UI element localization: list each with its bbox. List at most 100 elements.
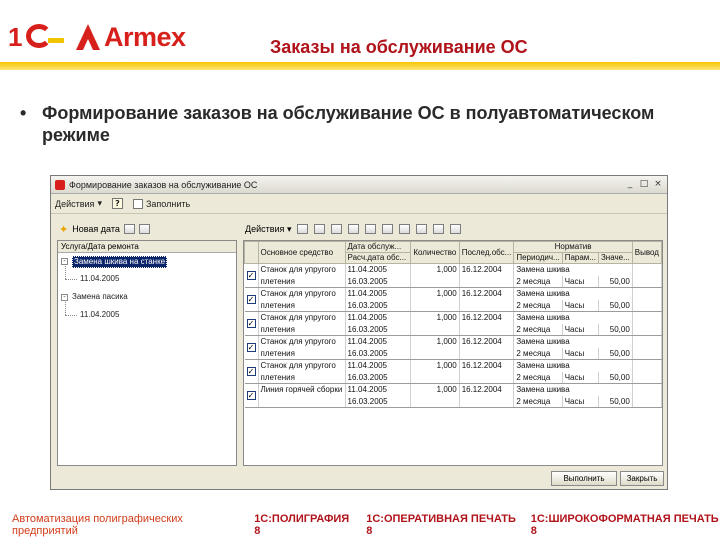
sort-asc-icon[interactable] bbox=[399, 224, 411, 234]
table-row[interactable]: ✓ Станок для упругого 11.04.2005 1,000 16.12… bbox=[244, 311, 662, 336]
cell-empty bbox=[410, 299, 460, 312]
filter-icon[interactable] bbox=[450, 224, 462, 234]
row-checkbox[interactable]: ✓ bbox=[246, 367, 256, 376]
move-up-icon[interactable] bbox=[365, 224, 377, 234]
minimize-icon[interactable]: _ bbox=[624, 179, 636, 191]
col-check[interactable] bbox=[244, 241, 259, 264]
col-param[interactable]: Парам... bbox=[561, 252, 599, 264]
cell-period: 2 месяца bbox=[513, 299, 563, 312]
table-row[interactable]: ✓ Станок для упругого 11.04.2005 1,000 16.12… bbox=[244, 359, 662, 384]
tree-node-service-1[interactable]: Замена шкива на станке bbox=[72, 256, 168, 268]
cell-service-date: 11.04.2005 bbox=[345, 311, 412, 324]
select-all-icon[interactable] bbox=[433, 224, 445, 234]
cell-asset-name-2: плетения bbox=[258, 299, 346, 312]
col-period[interactable]: Периодич... bbox=[513, 252, 563, 264]
row-check-cell[interactable]: ✓ bbox=[244, 335, 259, 360]
app-icon bbox=[55, 179, 65, 190]
logo-1c: 1 bbox=[8, 24, 66, 50]
orders-table: Основное средство Дата обслуж... Количес… bbox=[244, 241, 662, 408]
table-row[interactable]: плетения 16.03.2005 2 месяца Часы 50,00 bbox=[245, 371, 662, 384]
row-check-cell[interactable]: ✓ bbox=[244, 311, 259, 336]
col-calc-date[interactable]: Расч.дата обс... bbox=[344, 252, 412, 264]
table-row[interactable]: плетения 16.03.2005 2 месяца Часы 50,00 bbox=[245, 323, 662, 336]
col-next[interactable]: Вывод bbox=[631, 241, 662, 264]
cell-service-date: 11.04.2005 bbox=[345, 359, 412, 372]
row-checkbox[interactable]: ✓ bbox=[246, 271, 256, 280]
row-check-cell[interactable]: ✓ bbox=[244, 263, 259, 288]
cell-calc-date: 16.03.2005 bbox=[345, 347, 412, 360]
window-titlebar[interactable]: Формирование заказов на обслуживание ОС … bbox=[51, 176, 667, 194]
cell-quantity: 1,000 bbox=[410, 359, 460, 372]
row-check-cell[interactable]: ✓ bbox=[244, 287, 259, 312]
row-checkbox[interactable]: ✓ bbox=[246, 319, 256, 328]
col-norm[interactable]: Норматив bbox=[513, 241, 633, 253]
cell-last-service: 16.12.2004 bbox=[459, 287, 515, 300]
new-star-icon: ✦ bbox=[59, 222, 69, 236]
cell-empty bbox=[410, 323, 460, 336]
cell-quantity: 1,000 bbox=[410, 335, 460, 348]
table-row[interactable]: плетения 16.03.2005 2 месяца Часы 50,00 bbox=[245, 275, 662, 288]
help-icon[interactable]: ? bbox=[111, 198, 123, 209]
cell-asset-name: Станок для упругого bbox=[258, 335, 346, 348]
close-icon[interactable]: × bbox=[652, 179, 664, 191]
cell-service-date: 11.04.2005 bbox=[345, 383, 412, 396]
cell-next bbox=[632, 263, 662, 276]
cell-empty bbox=[410, 371, 460, 384]
cell-norm: Замена шкива bbox=[513, 287, 633, 300]
grid-actions-button[interactable]: Действия ▾ bbox=[245, 224, 291, 235]
col-quantity[interactable]: Количество bbox=[410, 241, 460, 264]
table-row[interactable]: плетения 16.03.2005 2 месяца Часы 50,00 bbox=[245, 347, 662, 360]
tree-tool2-icon[interactable] bbox=[138, 224, 150, 234]
cell-next bbox=[632, 323, 662, 336]
row-checkbox[interactable]: ✓ bbox=[246, 295, 256, 304]
table-row[interactable]: ✓ Станок для упругого 11.04.2005 1,000 16.12… bbox=[244, 335, 662, 360]
cell-period: 2 месяца bbox=[513, 323, 563, 336]
row-check-cell[interactable]: ✓ bbox=[244, 383, 259, 408]
cell-asset-name-2: плетения bbox=[258, 275, 346, 288]
sort-desc-icon[interactable] bbox=[416, 224, 428, 234]
col-service-date[interactable]: Дата обслуж... bbox=[344, 241, 412, 253]
copy-row-icon[interactable] bbox=[314, 224, 326, 234]
table-row[interactable]: ✓ Линия горячей сборки 11.04.2005 1,000 16.1… bbox=[244, 383, 662, 408]
cell-empty bbox=[459, 395, 515, 408]
maximize-icon[interactable]: □ bbox=[638, 179, 650, 191]
cell-value: 50,00 bbox=[598, 395, 633, 408]
cell-calc-date: 16.03.2005 bbox=[345, 299, 412, 312]
col-main-asset[interactable]: Основное средство bbox=[257, 241, 346, 264]
tree-node-service-2[interactable]: Замена пасика bbox=[72, 292, 128, 302]
col-last-service[interactable]: Послед.обс... bbox=[458, 241, 515, 264]
tree-connector bbox=[65, 279, 77, 280]
cell-param: Часы bbox=[562, 299, 599, 312]
table-row[interactable]: ✓ Станок для упругого 11.04.2005 1,000 16.12… bbox=[244, 263, 662, 288]
delete-row-icon[interactable] bbox=[348, 224, 360, 234]
expand-minus-icon[interactable]: - bbox=[61, 294, 68, 301]
table-row[interactable]: ✓ Станок для упругого 11.04.2005 1,000 16.12… bbox=[244, 287, 662, 312]
window-title: Формирование заказов на обслуживание ОС bbox=[69, 179, 258, 190]
cell-asset-name: Станок для упругого bbox=[258, 287, 346, 300]
table-row[interactable]: плетения 16.03.2005 2 месяца Часы 50,00 bbox=[245, 299, 662, 312]
service-tree[interactable]: Услуга/Дата ремонта - Замена шкива на ст… bbox=[57, 240, 237, 466]
row-check-cell[interactable]: ✓ bbox=[244, 359, 259, 384]
actions-menu-button[interactable]: Действия ▾ bbox=[55, 198, 102, 209]
new-date-button[interactable]: Новая дата bbox=[72, 224, 120, 234]
cell-period: 2 месяца bbox=[513, 347, 563, 360]
close-button[interactable]: Закрыть bbox=[620, 471, 664, 486]
cell-asset-name: Станок для упругого bbox=[258, 263, 346, 276]
cell-norm: Замена шкива bbox=[513, 383, 633, 396]
move-down-icon[interactable] bbox=[382, 224, 394, 234]
tree-node-date-1[interactable]: 11.04.2005 bbox=[80, 274, 119, 284]
row-checkbox[interactable]: ✓ bbox=[246, 391, 256, 400]
slide-header: 1 Armex Заказы на обслуживание ОС bbox=[0, 0, 720, 72]
table-row[interactable]: 16.03.2005 2 месяца Часы 50,00 bbox=[245, 395, 662, 408]
cell-next bbox=[632, 347, 662, 360]
expand-minus-icon[interactable]: - bbox=[61, 258, 68, 265]
col-value[interactable]: Значе... bbox=[597, 252, 633, 264]
cell-next bbox=[632, 395, 662, 408]
add-row-icon[interactable] bbox=[297, 224, 309, 234]
tree-node-date-2[interactable]: 11.04.2005 bbox=[80, 310, 119, 320]
tree-tool-icon[interactable] bbox=[123, 224, 135, 234]
fill-button[interactable]: Заполнить bbox=[132, 198, 190, 209]
run-button[interactable]: Выполнить bbox=[551, 471, 617, 486]
row-checkbox[interactable]: ✓ bbox=[246, 343, 256, 352]
edit-row-icon[interactable] bbox=[331, 224, 343, 234]
